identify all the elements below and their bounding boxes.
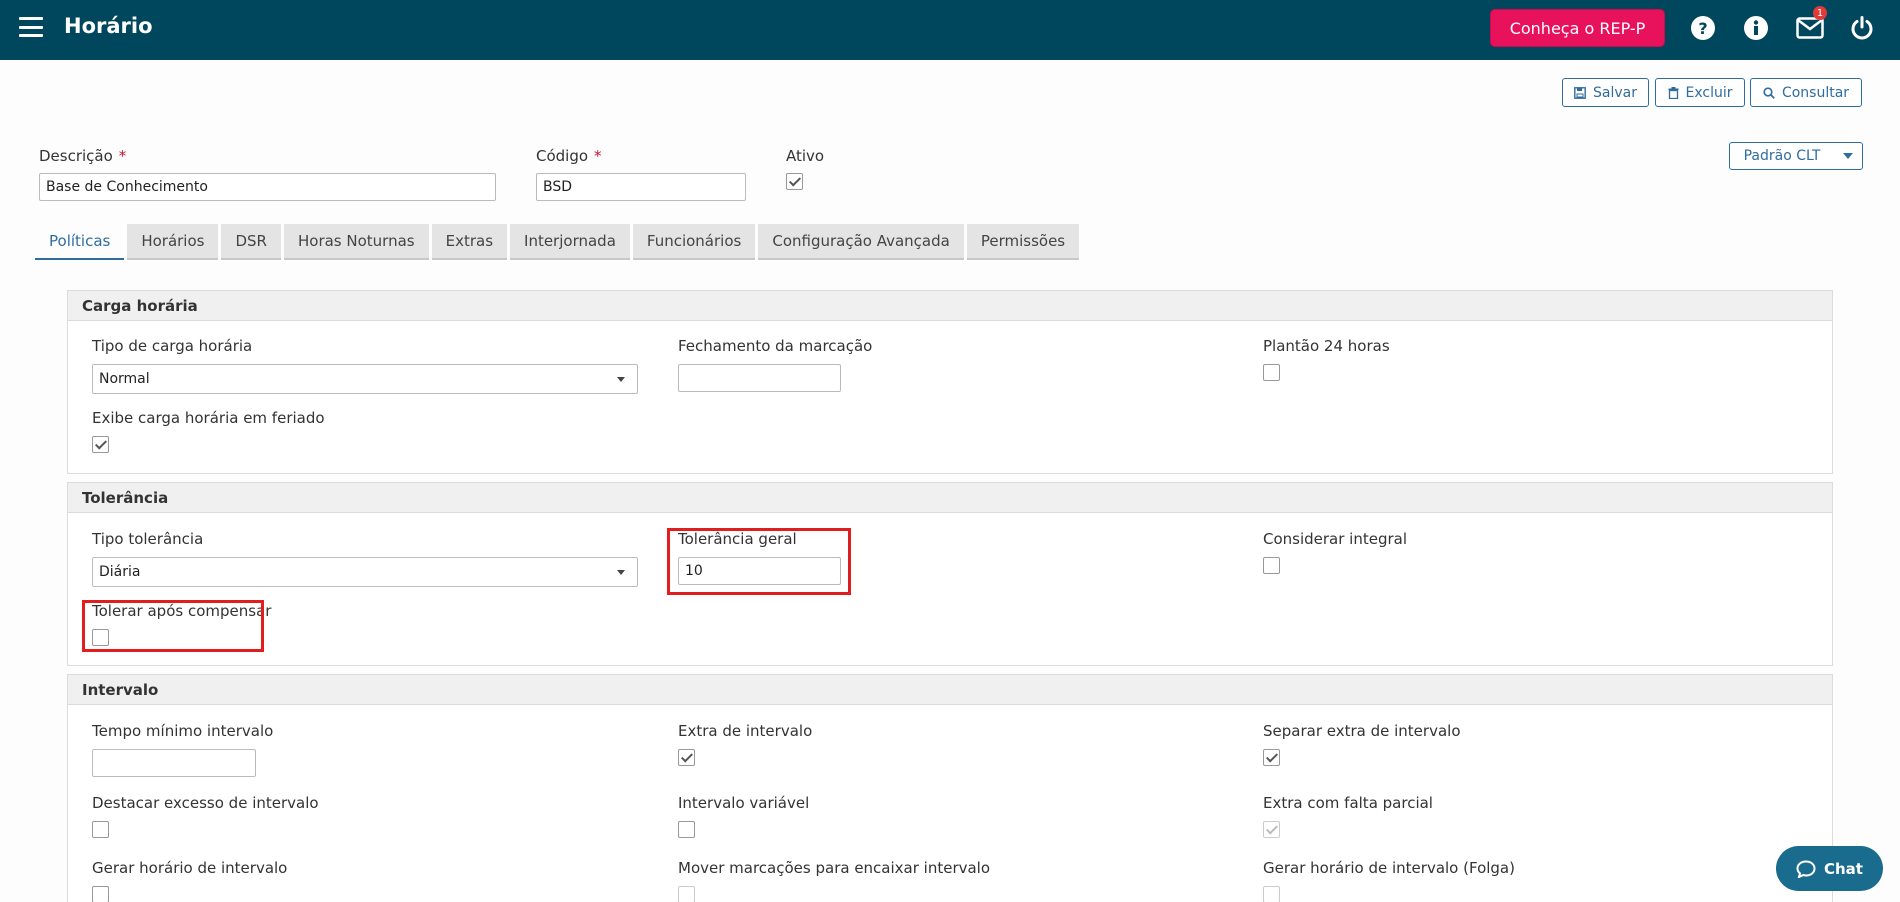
floppy-icon	[1574, 86, 1586, 99]
plantao-checkbox[interactable]	[1263, 364, 1280, 381]
destacar-excesso-label: Destacar excesso de intervalo	[92, 794, 319, 812]
menu-icon[interactable]	[19, 17, 43, 37]
descricao-field[interactable]: Base de Conhecimento	[39, 173, 496, 201]
tipo-tolerancia-select[interactable]: Diária	[92, 557, 638, 587]
tempo-minimo-field[interactable]	[92, 749, 256, 777]
tempo-minimo-label: Tempo mínimo intervalo	[92, 722, 274, 740]
tab-horas-noturnas[interactable]: Horas Noturnas	[283, 224, 429, 260]
plantao-label: Plantão 24 horas	[1263, 337, 1390, 355]
chevron-down-icon	[1834, 143, 1862, 169]
extra-intervalo-checkbox[interactable]	[678, 749, 695, 766]
extra-falta-parcial-label: Extra com falta parcial	[1263, 794, 1433, 812]
ativo-checkbox[interactable]	[786, 173, 803, 190]
caret-down-icon	[617, 570, 625, 575]
intervalo-variavel-label: Intervalo variável	[678, 794, 810, 812]
ativo-label: Ativo	[786, 147, 825, 165]
gerar-horario-checkbox[interactable]	[92, 886, 109, 902]
search-label: Consultar	[1781, 84, 1850, 101]
tipo-tolerancia-label: Tipo tolerância	[92, 530, 204, 548]
save-label: Salvar	[1593, 84, 1637, 101]
intervalo-variavel-checkbox[interactable]	[678, 821, 695, 838]
gerar-horario-label: Gerar horário de intervalo	[92, 859, 288, 877]
mover-marcacoes-checkbox[interactable]	[678, 886, 695, 902]
intervalo-title: Intervalo	[68, 675, 1832, 705]
tab-dsr[interactable]: DSR	[221, 224, 281, 260]
considerar-integral-label: Considerar integral	[1263, 530, 1408, 548]
mover-marcacoes-label: Mover marcações para encaixar intervalo	[678, 859, 991, 877]
tab-bar: Políticas Horários DSR Horas Noturnas Ex…	[35, 224, 1082, 260]
mail-badge: 1	[1813, 6, 1827, 20]
tab-permissoes[interactable]: Permissões	[966, 224, 1080, 260]
tab-horarios[interactable]: Horários	[127, 224, 219, 260]
carga-horaria-title: Carga horária	[68, 291, 1832, 321]
tab-politicas[interactable]: Políticas	[35, 224, 125, 260]
highlight-tolerancia-geral	[667, 528, 851, 595]
tab-extras[interactable]: Extras	[431, 224, 508, 260]
search-icon	[1763, 86, 1775, 99]
tolerancia-title: Tolerância	[68, 483, 1832, 513]
save-button[interactable]: Salvar	[1562, 78, 1649, 107]
fechamento-field[interactable]	[678, 364, 841, 392]
chat-button[interactable]: Chat	[1776, 846, 1883, 891]
descricao-label: Descrição *	[39, 147, 127, 165]
codigo-field[interactable]: BSD	[536, 173, 746, 201]
delete-label: Excluir	[1685, 84, 1733, 101]
page-title: Horário	[64, 14, 153, 38]
rep-p-button[interactable]: Conheça o REP-P	[1490, 9, 1665, 47]
exibe-feriado-checkbox[interactable]	[92, 436, 109, 453]
svg-text:?: ?	[1698, 19, 1707, 38]
highlight-tolerar-apos	[82, 600, 264, 652]
tab-funcionarios[interactable]: Funcionários	[632, 224, 756, 260]
tipo-carga-select[interactable]: Normal	[92, 364, 638, 394]
help-icon[interactable]: ?	[1689, 14, 1717, 42]
top-bar: Horário Conheça o REP-P ? 1	[0, 0, 1900, 60]
power-icon[interactable]	[1848, 14, 1876, 42]
considerar-integral-checkbox[interactable]	[1263, 557, 1280, 574]
delete-button[interactable]: Excluir	[1655, 78, 1745, 107]
tab-interjornada[interactable]: Interjornada	[510, 224, 630, 260]
mail-icon[interactable]: 1	[1796, 6, 1827, 42]
fechamento-label: Fechamento da marcação	[678, 337, 873, 355]
chat-bubble-icon	[1796, 859, 1816, 878]
tipo-carga-label: Tipo de carga horária	[92, 337, 253, 355]
caret-down-icon	[617, 377, 625, 382]
separar-extra-label: Separar extra de intervalo	[1263, 722, 1461, 740]
exibe-feriado-label: Exibe carga horária em feriado	[92, 409, 325, 427]
separar-extra-checkbox[interactable]	[1263, 749, 1280, 766]
extra-falta-parcial-checkbox[interactable]	[1263, 821, 1280, 838]
search-button[interactable]: Consultar	[1750, 78, 1862, 107]
codigo-label: Código *	[536, 147, 602, 165]
tab-configuracao-avancada[interactable]: Configuração Avançada	[758, 224, 964, 260]
trash-icon	[1668, 86, 1678, 99]
gerar-horario-folga-label: Gerar horário de intervalo (Folga)	[1263, 859, 1515, 877]
info-icon[interactable]	[1742, 14, 1770, 42]
padrao-clt-dropdown[interactable]: Padrão CLT	[1729, 142, 1863, 170]
extra-intervalo-label: Extra de intervalo	[678, 722, 813, 740]
gerar-horario-folga-checkbox[interactable]	[1263, 886, 1280, 902]
destacar-excesso-checkbox[interactable]	[92, 821, 109, 838]
